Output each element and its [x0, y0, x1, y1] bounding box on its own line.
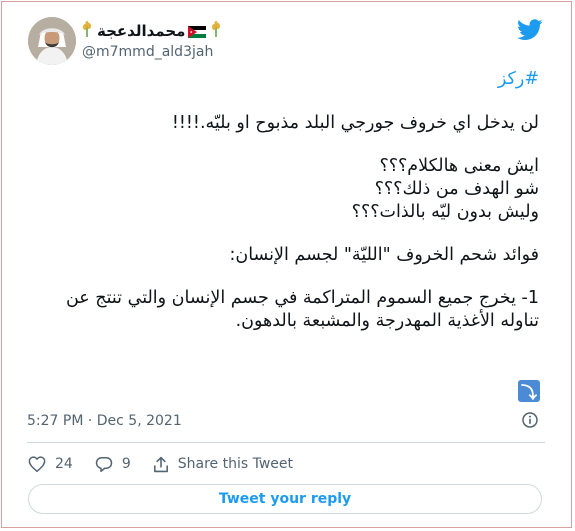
- tweet-actions: 24 9 Share this Tweet: [28, 454, 315, 474]
- tweet-paragraph: 1- يخرج جميع السموم المتراكمة في جسم الإ…: [60, 288, 539, 331]
- reply-count: 9: [121, 456, 131, 472]
- info-icon[interactable]: [522, 412, 538, 428]
- author-handle[interactable]: @m7mmd_ald3jah: [82, 44, 213, 60]
- like-count: 24: [55, 456, 73, 472]
- wheat-icon: [80, 21, 94, 41]
- speech-bubble-icon: [95, 456, 113, 472]
- divider: [27, 442, 545, 443]
- heart-icon: [28, 456, 46, 472]
- author-display-name: محمدالدعجة: [97, 22, 186, 40]
- tweet-paragraph: ايش معنى هالكلام؟؟؟ شو الهدف من ذلك؟؟؟ و…: [351, 156, 539, 222]
- wheat-icon: [209, 21, 223, 41]
- return-arrow-icon[interactable]: ⤵: [518, 380, 540, 402]
- share-button[interactable]: Share this Tweet: [153, 456, 293, 473]
- reply-count-button[interactable]: 9: [95, 456, 131, 473]
- author-name-row[interactable]: محمدالدعجة: [80, 21, 223, 41]
- like-button[interactable]: 24: [28, 456, 73, 472]
- avatar[interactable]: [28, 17, 76, 65]
- tweet-timestamp[interactable]: 5:27 PM · Dec 5, 2021: [27, 413, 182, 429]
- jordan-flag-icon: [188, 22, 207, 40]
- tweet-paragraph: لن يدخل اي خروف جورجي البلد مذبوح او بلي…: [171, 113, 539, 133]
- share-label: Share this Tweet: [177, 456, 293, 472]
- share-icon: [153, 456, 168, 472]
- tweet-paragraph: فوائد شحم الخروف "الليّة" لجسم الإنسان:: [229, 245, 539, 265]
- twitter-bird-icon[interactable]: [517, 19, 543, 41]
- tweet-your-reply-button[interactable]: Tweet your reply: [28, 484, 542, 514]
- tweet-card: محمدالدعجة @m7mmd_ald3jah #ركز لن يدخل ا…: [1, 1, 572, 528]
- tweet-text: #ركز لن يدخل اي خروف جورجي البلد مذبوح ا…: [34, 68, 539, 333]
- hashtag-link[interactable]: #ركز: [34, 68, 539, 91]
